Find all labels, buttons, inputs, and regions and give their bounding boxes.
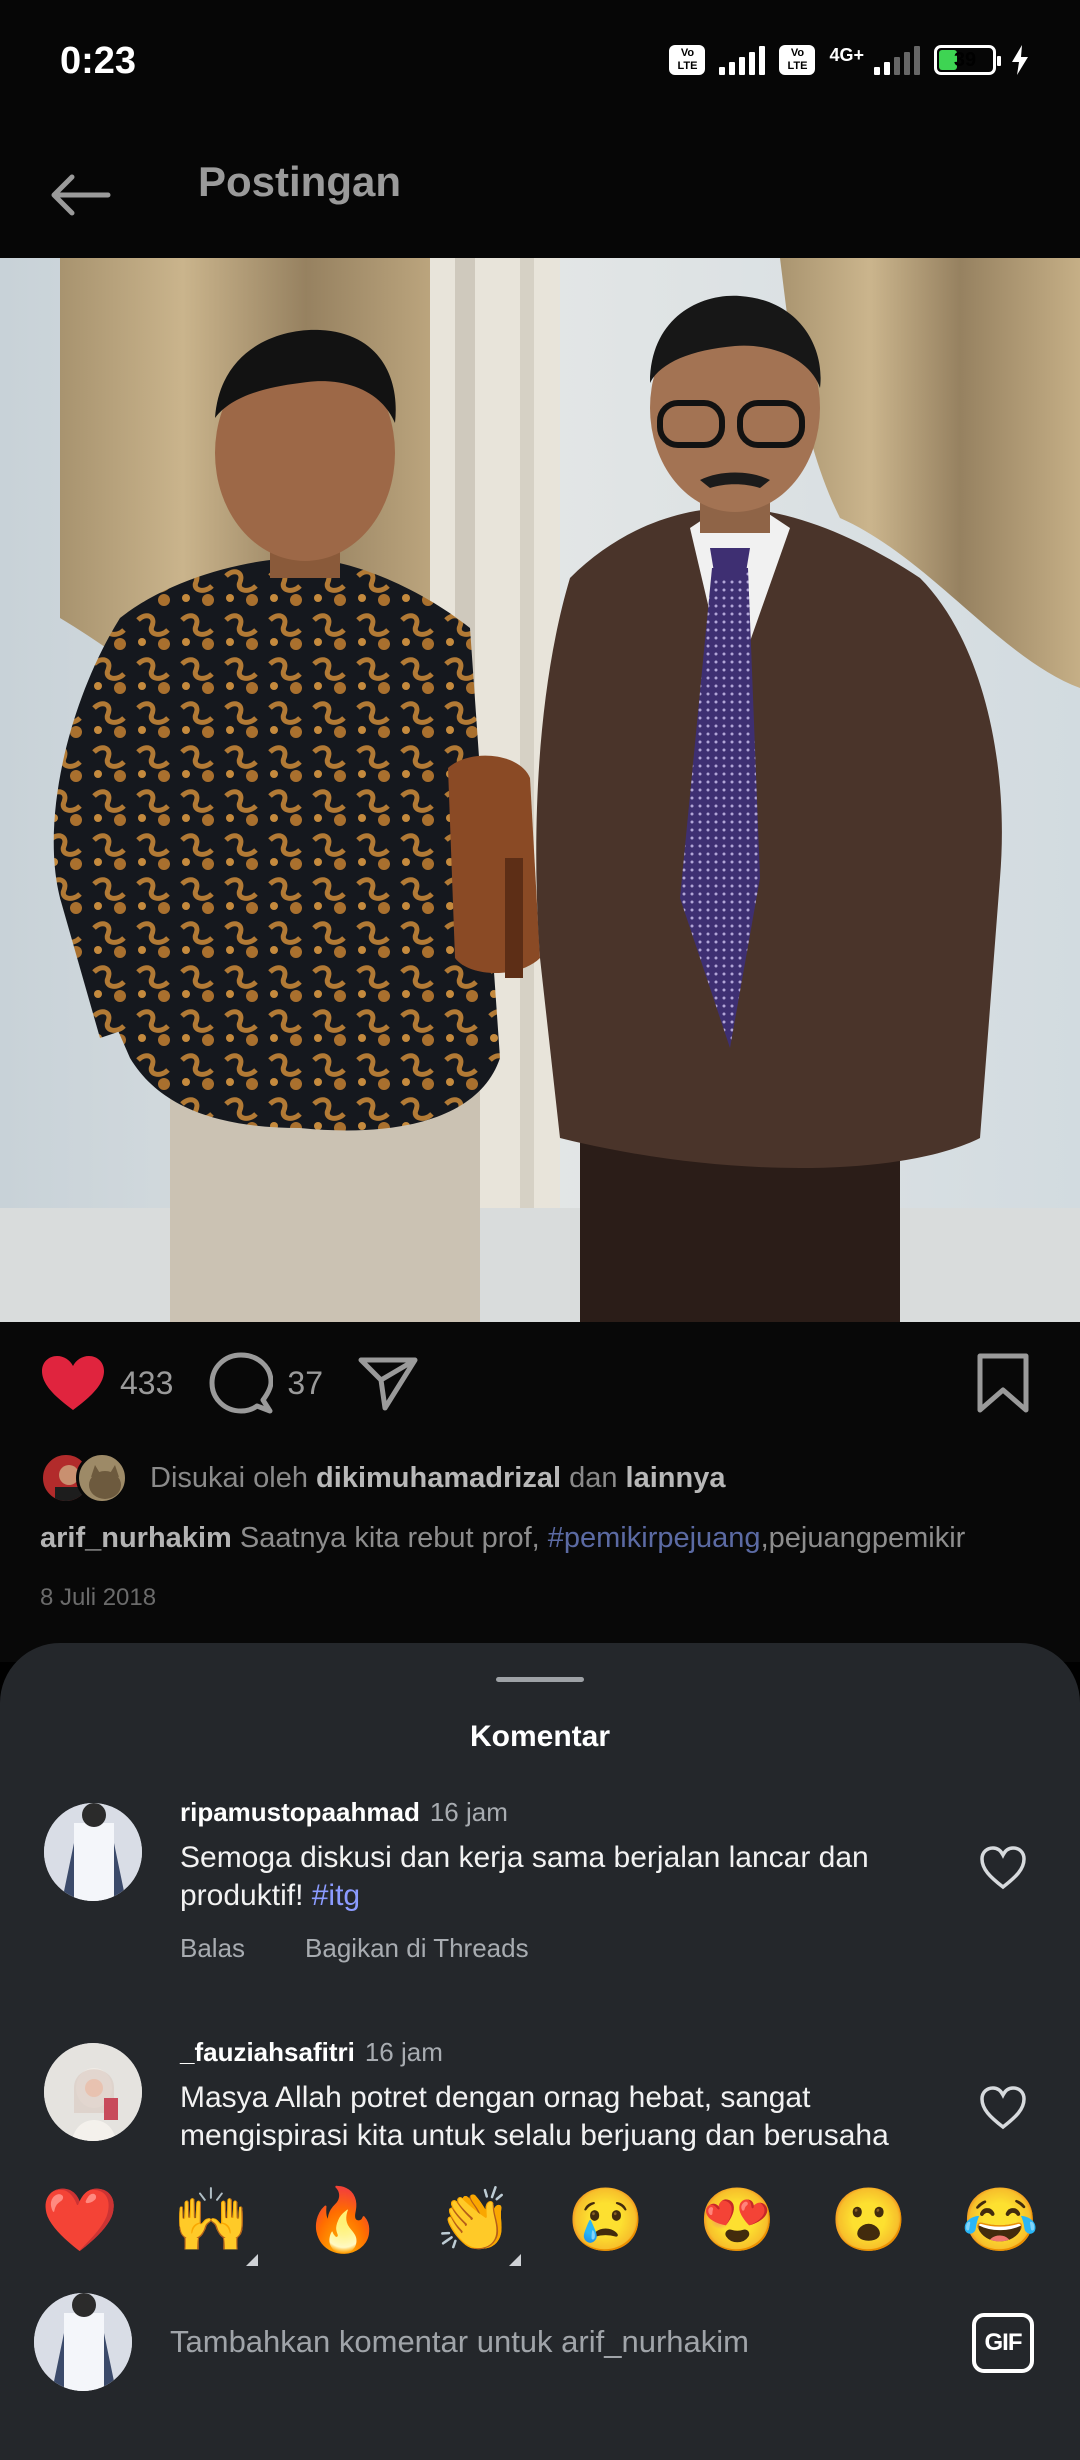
emoji-fire[interactable]: 🔥: [298, 2190, 388, 2252]
back-button[interactable]: [40, 155, 120, 235]
liked-by-others[interactable]: lainnya: [626, 1462, 726, 1494]
emoji-raising-hands[interactable]: 🙌: [166, 2190, 259, 2266]
skin-tone-indicator-icon: [509, 2254, 522, 2266]
comment-item: ripamustopaahmad 16 jam Semoga diskusi da…: [0, 1793, 1080, 2023]
caption-author[interactable]: arif_nurhakim: [40, 1522, 232, 1554]
bookmark-icon: [977, 1353, 1029, 1413]
emoji-reaction-bar: ❤️ 🙌 🔥 👏 😢 😍 😮 😂: [0, 2167, 1080, 2275]
comment-hashtag[interactable]: #itg: [312, 1879, 360, 1912]
emoji-clapping-hands-glyph: 👏: [435, 2186, 513, 2255]
avatar[interactable]: [44, 2043, 142, 2141]
volte-icon-2: Vo LTE: [779, 45, 816, 75]
signal-strength-icon: [719, 45, 766, 75]
comment-header: _fauziahsafitri 16 jam: [180, 2037, 443, 2068]
heart-filled-icon: [42, 1356, 104, 1410]
post-date: 8 Juli 2018: [40, 1584, 157, 1611]
comment-item: _fauziahsafitri 16 jam Masya Allah potret…: [0, 2033, 1080, 2157]
comment-body: Semoga diskusi dan kerja sama berjalan l…: [180, 1841, 869, 1912]
post-caption: arif_nurhakim Saatnya kita rebut prof, #…: [40, 1522, 965, 1555]
status-icons: Vo LTE Vo LTE 4G+ 39: [669, 45, 1030, 75]
post-actions: 433 37: [40, 1352, 419, 1414]
emoji-heart-eyes[interactable]: 😍: [692, 2190, 782, 2252]
liked-by-prefix: Disukai oleh: [150, 1461, 308, 1494]
caption-text: Saatnya kita rebut prof,: [239, 1522, 540, 1554]
share-button[interactable]: [357, 1354, 419, 1412]
send-icon: [358, 1357, 418, 1411]
battery-icon: 39: [934, 45, 1001, 75]
comment-input[interactable]: [170, 2307, 930, 2377]
charging-bolt-icon: [1012, 45, 1028, 75]
heart-outline-icon[interactable]: [978, 1843, 1028, 1893]
comment-username[interactable]: ripamustopaahmad: [180, 1797, 420, 1827]
comment-username[interactable]: _fauziahsafitri: [180, 2037, 355, 2067]
network-type: 4G+: [829, 45, 864, 65]
emoji-crying-face[interactable]: 😢: [561, 2190, 651, 2252]
skin-tone-indicator-icon: [246, 2254, 259, 2266]
comment-header: ripamustopaahmad 16 jam: [180, 1797, 508, 1828]
top-app-bar: Postingan: [0, 130, 1080, 258]
sheet-drag-handle[interactable]: [496, 1677, 584, 1682]
likes-count[interactable]: 433: [120, 1365, 173, 1402]
emoji-tears-of-joy[interactable]: 😂: [955, 2190, 1045, 2252]
liked-by-joiner: dan: [569, 1461, 618, 1494]
avatar[interactable]: [44, 1803, 142, 1901]
emoji-clapping-hands[interactable]: 👏: [429, 2190, 522, 2266]
status-bar: 0:23 Vo LTE Vo LTE 4G+ 39: [0, 0, 1080, 130]
system-navigation-bar: [0, 2412, 1080, 2460]
like-button[interactable]: 433: [40, 1354, 173, 1412]
comment-button[interactable]: 37: [209, 1352, 323, 1414]
volte-icon: Vo LTE: [669, 45, 706, 75]
comment-text: Masya Allah potret dengan ornag hebat, s…: [180, 2081, 889, 2152]
sheet-title: Komentar: [469, 1720, 611, 1753]
arrow-left-icon: [51, 174, 111, 216]
liked-by-row[interactable]: Disukai oleh dikimuhamadrizal dan lainny…: [40, 1452, 725, 1504]
comment-composer: GIF: [0, 2283, 1080, 2403]
save-button[interactable]: [976, 1352, 1030, 1419]
status-time: 0:23: [60, 40, 137, 82]
caption-tail: ,pejuangpemikir: [760, 1522, 966, 1554]
page-title: Postingan: [198, 158, 402, 205]
heart-outline-icon[interactable]: [978, 2083, 1028, 2133]
emoji-heart[interactable]: ❤️: [35, 2190, 125, 2252]
comments-list[interactable]: ripamustopaahmad 16 jam Semoga diskusi da…: [0, 1793, 1080, 2157]
post-photo-illustration: [0, 258, 1080, 1322]
liked-by-username[interactable]: dikimuhamadrizal: [316, 1462, 561, 1494]
signal-strength-icon-2: [874, 45, 920, 75]
gif-button[interactable]: GIF: [972, 2313, 1034, 2373]
battery-level: 39: [953, 48, 977, 71]
post-info: 433 37 Disukai oleh dikimuhamadrizal dan…: [0, 1322, 1080, 1662]
liked-by-text: Disukai oleh dikimuhamadrizal dan lainny…: [150, 1462, 725, 1495]
comments-count[interactable]: 37: [287, 1365, 323, 1402]
comment-bubble-icon: [209, 1352, 274, 1414]
comments-sheet: Komentar ripamustopaahmad 16 jam Semoga d…: [0, 1643, 1080, 2460]
comment-actions: Balas Bagikan di Threads: [180, 1933, 529, 1964]
comment-time: 16 jam: [364, 2037, 443, 2067]
avatar: [34, 2293, 132, 2391]
avatar: [76, 1452, 128, 1504]
post-photo[interactable]: [0, 258, 1080, 1322]
comment-text: Semoga diskusi dan kerja sama berjalan l…: [180, 1839, 920, 1915]
caption-hashtag[interactable]: #pemikirpejuang: [548, 1522, 761, 1554]
reply-button[interactable]: Balas: [180, 1933, 245, 1964]
emoji-raising-hands-glyph: 🙌: [172, 2186, 250, 2255]
emoji-surprised-face[interactable]: 😮: [824, 2190, 914, 2252]
share-threads-button[interactable]: Bagikan di Threads: [305, 1933, 529, 1964]
comment-time: 16 jam: [429, 1797, 508, 1827]
